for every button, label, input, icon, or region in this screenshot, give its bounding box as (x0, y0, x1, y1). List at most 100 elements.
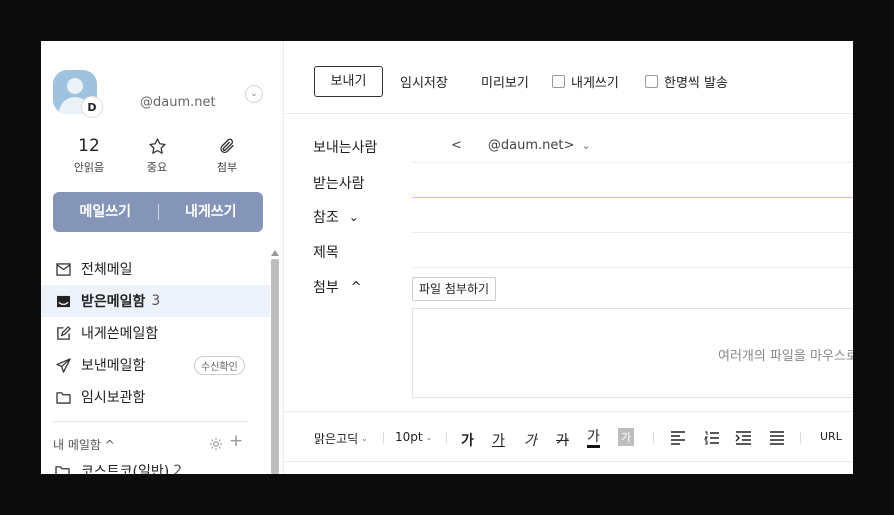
sender-prefix: < (451, 138, 462, 153)
sidebar-item-all-mail[interactable]: 전체메일 (41, 253, 270, 285)
stat-unread[interactable]: 12 안읽음 (59, 135, 119, 175)
checkbox-box (552, 75, 565, 88)
scroll-up-arrow[interactable] (271, 250, 279, 256)
chevron-down-icon: ⌄ (361, 434, 368, 443)
checkbox-box (645, 75, 658, 88)
drop-zone-hint: 여러개의 파일을 마우스로 끌어놓으세요 (718, 349, 853, 364)
url-button[interactable]: URL (820, 430, 842, 443)
sender-address: @daum.net> (487, 138, 575, 153)
subject-label: 제목 (313, 245, 339, 261)
unread-badge: 3 (151, 293, 161, 309)
subject-input[interactable] (412, 267, 853, 268)
star-icon (127, 135, 187, 157)
chevron-up-icon: ^ (350, 279, 362, 295)
attach-label: 첨부 (313, 280, 339, 296)
stat-attachment[interactable]: 첨부 (197, 135, 257, 175)
account-toggle-button[interactable]: ⌄ (245, 85, 263, 103)
chevron-down-icon: ⌄ (425, 432, 433, 442)
sidebar-item-label: 내게쓴메일함 (81, 326, 159, 342)
sidebar-item-label: 보낸메일함 (81, 358, 146, 374)
font-size-value: 10pt (395, 430, 423, 444)
stat-important[interactable]: 중요 (127, 135, 187, 175)
cc-label: 참조 (313, 210, 339, 226)
background-color-button[interactable]: 가 (618, 428, 635, 446)
save-draft-button[interactable]: 임시저장 (400, 72, 448, 91)
sidebar-item-custom-folder[interactable]: 코스트코(일반) 2 (55, 461, 182, 474)
font-size-select[interactable]: 10pt ⌄ (395, 430, 432, 444)
mail-compose-window: D @daum.net ⌄ 12 안읽음 중요 첨부 메일쓰기 내게쓰기 전체메… (41, 41, 853, 474)
compose-area: 보내기 임시저장 미리보기 내게쓰기 한명씩 발송 보내는사람 < @daum.… (284, 41, 853, 474)
add-folder-icon[interactable]: + (229, 431, 243, 451)
sidebar-divider (53, 421, 248, 422)
attachment-label: 첨부 (216, 161, 238, 174)
chevron-down-icon: ⌄ (250, 89, 258, 99)
attach-file-button[interactable]: 파일 첨부하기 (412, 277, 497, 301)
numbered-list-icon[interactable] (704, 431, 720, 445)
compose-toolbar: 보내기 임시저장 미리보기 내게쓰기 한명씩 발송 (284, 41, 853, 114)
sidebar: D @daum.net ⌄ 12 안읽음 중요 첨부 메일쓰기 내게쓰기 전체메… (41, 41, 284, 474)
edit-icon (55, 325, 71, 341)
to-self-checkbox[interactable]: 내게쓰기 (552, 72, 619, 91)
preview-button[interactable]: 미리보기 (481, 72, 529, 91)
checkbox-label: 한명씩 발송 (664, 76, 728, 91)
italic-button[interactable]: 가 (524, 430, 537, 450)
send-button[interactable]: 보내기 (314, 66, 383, 97)
write-button-group: 메일쓰기 내게쓰기 (53, 192, 263, 232)
font-family-value: 맑은고딕 (314, 432, 359, 446)
editor-toolbar: 맑은고딕 ⌄ 10pt ⌄ 가 가 가 가 가 가 URL (284, 411, 853, 462)
cc-toggle[interactable]: 참조 ⌄ (313, 207, 359, 227)
read-receipt-button[interactable]: 수신확인 (194, 356, 245, 375)
chevron-down-icon: ⌄ (348, 210, 359, 224)
align-left-icon[interactable] (670, 431, 686, 445)
inbox-icon (55, 293, 71, 309)
font-family-select[interactable]: 맑은고딕 ⌄ (314, 430, 368, 447)
sidebar-scrollbar[interactable] (271, 259, 279, 474)
sidebar-item-inbox[interactable]: 받은메일함 3 (41, 285, 270, 317)
font-color-button[interactable]: 가 (587, 430, 600, 448)
attach-toggle[interactable]: 첨부 ^ (313, 277, 362, 297)
checkbox-label: 내게쓰기 (571, 76, 619, 91)
account-email: @daum.net (140, 95, 216, 110)
bold-button[interactable]: 가 (461, 430, 474, 450)
strikethrough-button[interactable]: 가 (556, 430, 569, 450)
toolbar-divider (800, 432, 801, 444)
sender-label: 보내는사람 (313, 140, 378, 156)
compose-button[interactable]: 메일쓰기 (53, 192, 158, 232)
recipient-input[interactable] (412, 197, 853, 198)
sidebar-item-sent[interactable]: 보낸메일함 수신확인 (41, 349, 270, 381)
folder-icon (55, 465, 71, 474)
underline-button[interactable]: 가 (492, 430, 505, 450)
toolbar-divider (383, 432, 384, 444)
chevron-down-icon: ⌄ (581, 139, 591, 152)
sidebar-item-label: 코스트코(일반) (81, 464, 170, 474)
recipient-label: 받는사람 (313, 176, 365, 192)
gear-icon[interactable] (209, 436, 223, 455)
sidebar-item-sent-to-self[interactable]: 내게쓴메일함 (41, 317, 270, 349)
horizontal-rule-icon[interactable] (769, 431, 785, 445)
important-label: 중요 (146, 161, 168, 174)
folder-count: 2 (173, 463, 183, 474)
folder-icon (55, 389, 71, 405)
sidebar-item-label: 임시보관함 (81, 390, 146, 406)
sidebar-item-drafts[interactable]: 임시보관함 (41, 381, 270, 413)
file-drop-zone[interactable]: 여러개의 파일을 마우스로 끌어놓으세요 (412, 308, 853, 398)
send-icon (55, 357, 71, 373)
unread-label: 안읽음 (73, 161, 105, 174)
toolbar-divider (446, 432, 447, 444)
sender-select[interactable]: < @daum.net> ⌄ (451, 138, 591, 153)
paperclip-icon (197, 135, 257, 157)
write-to-self-button[interactable]: 내게쓰기 (159, 192, 264, 232)
indent-icon[interactable] (735, 431, 752, 445)
unread-count: 12 (78, 136, 100, 156)
field-divider (412, 232, 853, 233)
toolbar-divider (653, 432, 654, 444)
my-mailbox-toggle[interactable]: 내 메일함 ^ (53, 436, 115, 453)
send-individually-checkbox[interactable]: 한명씩 발송 (645, 72, 728, 91)
mail-icon (55, 261, 71, 277)
mailbox-menu: 전체메일 받은메일함 3 내게쓴메일함 보낸메일함 수신확인 임시보관함 (41, 253, 270, 413)
sidebar-item-label: 전체메일 (81, 262, 133, 278)
field-divider (412, 162, 853, 163)
sidebar-item-label: 받은메일함 (81, 294, 146, 310)
avatar-head-shape (67, 78, 83, 94)
account-badge: D (81, 96, 103, 118)
